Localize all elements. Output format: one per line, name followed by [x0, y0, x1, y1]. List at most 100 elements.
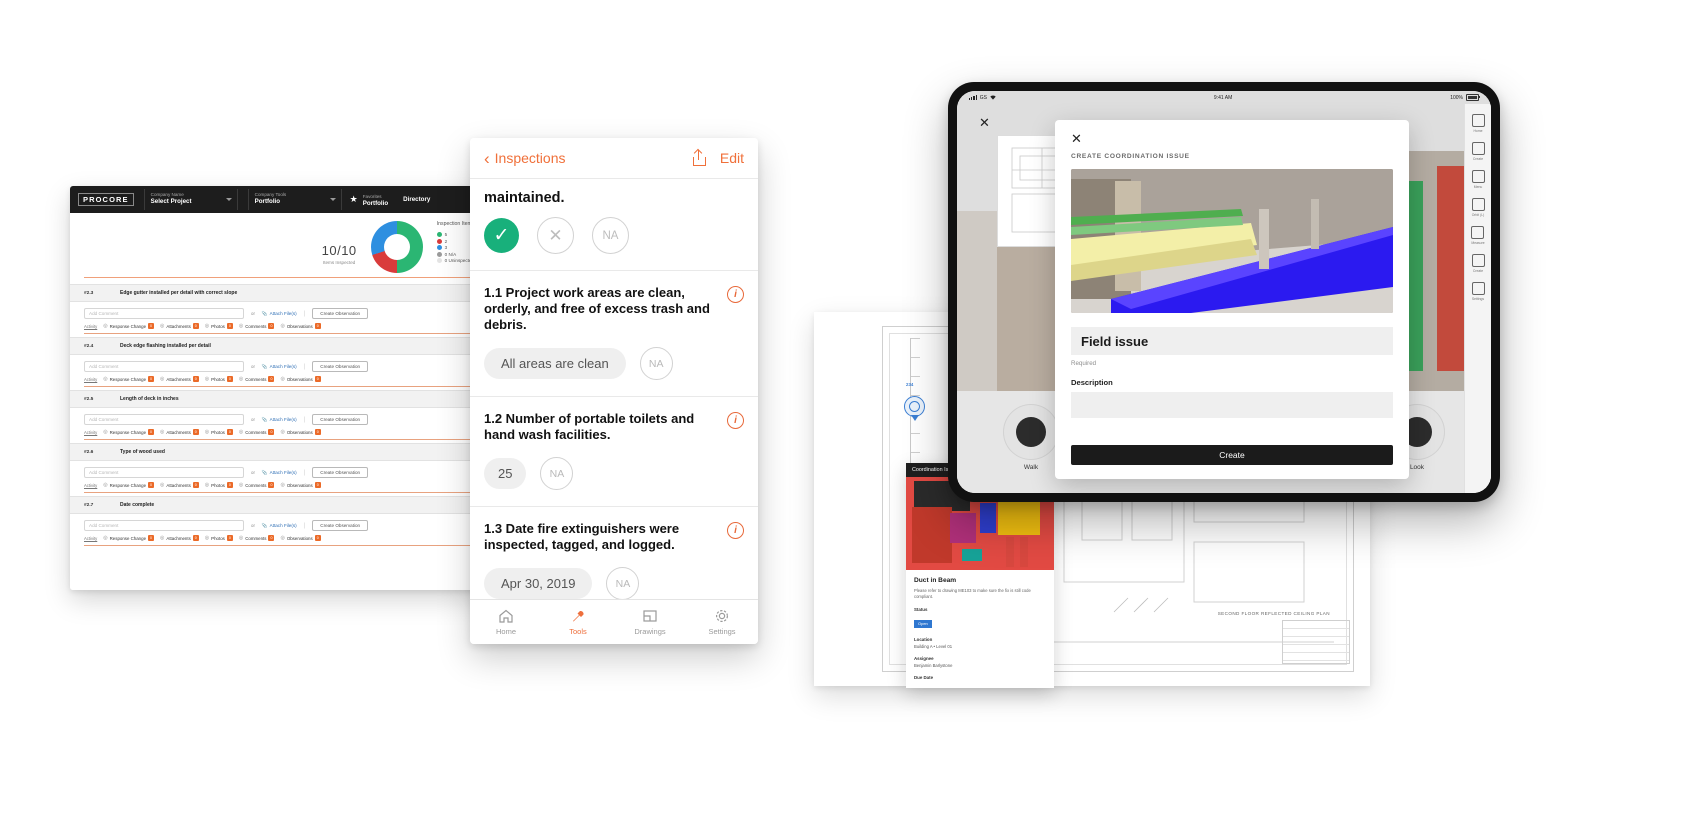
question-response-value[interactable]: 25	[484, 458, 527, 489]
create-observation-button[interactable]: Create Observation	[312, 414, 369, 425]
activity-chip[interactable]: ◎ Comments 0	[239, 429, 275, 435]
activity-chip[interactable]: ◎ Photos 0	[205, 323, 233, 329]
question-na-button[interactable]: NA	[540, 457, 574, 490]
answer-pass-button[interactable]: ✓	[484, 218, 519, 253]
item-action-row: Add Comment or 📎 Attach File(s) | Create Obse…	[84, 361, 526, 372]
add-comment-input[interactable]: Add Comment	[84, 520, 244, 531]
answer-na-button[interactable]: NA	[592, 217, 629, 254]
create-button[interactable]: Create	[1071, 445, 1393, 465]
divider: |	[303, 310, 306, 317]
share-icon[interactable]	[692, 150, 706, 166]
attach-file-link[interactable]: 📎 Attach File(s)	[262, 417, 297, 423]
info-icon[interactable]: i	[727, 412, 744, 429]
create-observation-button[interactable]: Create Observation	[312, 308, 369, 319]
activity-chip-label: Comments	[245, 429, 267, 435]
phone-nav-actions: Edit	[692, 150, 744, 166]
activity-chip[interactable]: ◎ Response Change 0	[103, 376, 155, 382]
description-input[interactable]	[1071, 392, 1393, 418]
rail-item-settings[interactable]: Settings	[1471, 282, 1485, 301]
close-icon[interactable]: ✕	[979, 115, 990, 131]
activity-chip[interactable]: ◎ Observations 0	[280, 429, 321, 435]
edit-button[interactable]: Edit	[720, 150, 744, 166]
create-observation-button[interactable]: Create Observation	[312, 520, 369, 531]
answer-fail-button[interactable]: ✕	[537, 217, 574, 254]
question-na-button[interactable]: NA	[639, 347, 673, 380]
activity-chip[interactable]: ◎ Photos 0	[205, 376, 233, 382]
phone-question-scroll[interactable]: maintained. ✓ ✕ NA 1.1 Project work area…	[470, 179, 758, 599]
question-na-button[interactable]: NA	[606, 567, 640, 599]
activity-label[interactable]: Activity	[84, 430, 97, 435]
rail-item-orbit-l[interactable]: Orbit (L)	[1471, 198, 1485, 217]
activity-chip[interactable]: ◎ Photos 0	[205, 535, 233, 541]
item-action-row: Add Comment or 📎 Attach File(s) | Create Obse…	[84, 414, 526, 425]
activity-chip[interactable]: ◎ Photos 0	[205, 482, 233, 488]
coordination-3d-viewport[interactable]	[1071, 169, 1393, 313]
activity-label[interactable]: Activity	[84, 483, 97, 488]
rail-item-home[interactable]: Home	[1471, 114, 1485, 133]
walk-control[interactable]: Walk	[1003, 404, 1059, 471]
add-comment-input[interactable]: Add Comment	[84, 361, 244, 372]
question-response-value[interactable]: Apr 30, 2019	[484, 568, 593, 599]
activity-label[interactable]: Activity	[84, 324, 97, 329]
activity-chip[interactable]: ◎ Comments 0	[239, 482, 275, 488]
add-comment-input[interactable]: Add Comment	[84, 308, 244, 319]
activity-chip[interactable]: ◎ Response Change 0	[103, 482, 155, 488]
activity-label[interactable]: Activity	[84, 377, 97, 382]
activity-chip[interactable]: ◎ Comments 0	[239, 323, 275, 329]
tab-settings[interactable]: Settings	[686, 600, 758, 644]
activity-chip[interactable]: ◎ Attachments 0	[160, 482, 199, 488]
attach-file-link[interactable]: 📎 Attach File(s)	[262, 311, 297, 317]
create-observation-button[interactable]: Create Observation	[312, 467, 369, 478]
close-icon[interactable]: ✕	[1055, 120, 1409, 145]
activity-chip[interactable]: ◎ Attachments 0	[160, 323, 199, 329]
activity-chip[interactable]: ◎ Observations 0	[280, 535, 321, 541]
rail-item-measure[interactable]: Measure	[1471, 226, 1485, 245]
activity-chip-label: Attachments	[166, 376, 191, 382]
activity-chip[interactable]: ◎ Attachments 0	[160, 376, 199, 382]
nav-directory[interactable]: Directory	[403, 196, 430, 203]
info-icon[interactable]: i	[727, 286, 744, 303]
activity-chip[interactable]: ◎ Attachments 0	[160, 535, 199, 541]
rail-item-label: Measure	[1471, 241, 1485, 245]
activity-chip-label: Response Change	[109, 482, 147, 488]
rail-item-create[interactable]: Create	[1471, 142, 1485, 161]
attach-file-link[interactable]: 📎 Attach File(s)	[262, 364, 297, 370]
tab-drawings[interactable]: Drawings	[614, 600, 686, 644]
activity-chip-label: Attachments	[166, 535, 191, 541]
joystick-icon[interactable]	[1003, 404, 1059, 460]
add-comment-input[interactable]: Add Comment	[84, 414, 244, 425]
nav-portfolio[interactable]: Portfolio	[363, 200, 388, 207]
activity-chip-label: Response Change	[109, 429, 147, 435]
company-name-selector[interactable]: Company Name Select Project	[143, 189, 238, 210]
activity-label[interactable]: Activity	[84, 536, 97, 541]
rail-item-create[interactable]: Create	[1471, 254, 1485, 273]
back-to-inspections-button[interactable]: ‹ Inspections	[484, 150, 566, 167]
tab-tools[interactable]: Tools	[542, 600, 614, 644]
create-observation-button[interactable]: Create Observation	[312, 361, 369, 372]
paperclip-icon: 📎	[261, 416, 268, 422]
activity-chip-label: Observations	[286, 376, 313, 382]
activity-chip[interactable]: ◎ Photos 0	[205, 429, 233, 435]
activity-chip[interactable]: ◎ Observations 0	[280, 376, 321, 382]
rail-item-menu[interactable]: Menu	[1471, 170, 1485, 189]
favorites-group: ★ Favorites Portfolio Directory	[350, 193, 431, 207]
info-icon[interactable]: i	[727, 522, 744, 539]
activity-chip[interactable]: ◎ Comments 0	[239, 535, 275, 541]
attach-file-link[interactable]: 📎 Attach File(s)	[262, 523, 297, 529]
activity-chip-count: 0	[226, 429, 233, 435]
add-comment-input[interactable]: Add Comment	[84, 467, 244, 478]
activity-chip[interactable]: ◎ Response Change 0	[103, 535, 155, 541]
tab-home[interactable]: Home	[470, 600, 542, 644]
issue-title-input[interactable]: Field issue	[1071, 327, 1393, 355]
activity-chip[interactable]: ◎ Observations 0	[280, 482, 321, 488]
activity-chip[interactable]: ◎ Attachments 0	[160, 429, 199, 435]
star-icon[interactable]: ★	[350, 195, 358, 204]
activity-chip[interactable]: ◎ Response Change 0	[103, 429, 155, 435]
activity-chip[interactable]: ◎ Response Change 0	[103, 323, 155, 329]
or-label: or	[251, 364, 255, 369]
company-tools-selector[interactable]: Company Tools Portfolio	[247, 189, 342, 210]
activity-chip[interactable]: ◎ Observations 0	[280, 323, 321, 329]
attach-file-link[interactable]: 📎 Attach File(s)	[262, 470, 297, 476]
activity-chip[interactable]: ◎ Comments 0	[239, 376, 275, 382]
question-response-value[interactable]: All areas are clean	[484, 348, 626, 379]
